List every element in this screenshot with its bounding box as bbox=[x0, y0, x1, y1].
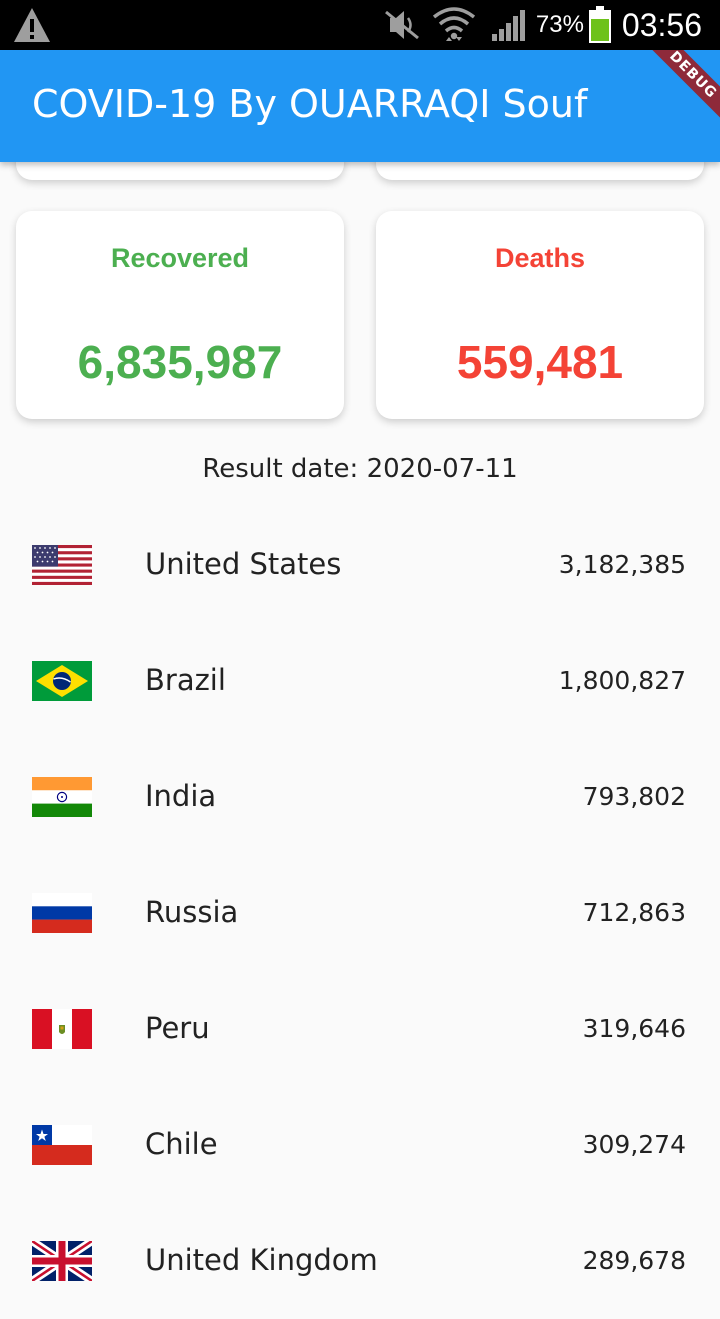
recovered-value: 6,835,987 bbox=[77, 336, 283, 388]
country-name: Brazil bbox=[145, 663, 226, 697]
list-item[interactable]: Brazil 1,800,827 bbox=[0, 623, 720, 739]
warning-icon bbox=[14, 8, 50, 42]
country-name: India bbox=[145, 779, 217, 813]
list-item[interactable]: India 793,802 bbox=[0, 739, 720, 855]
list-item[interactable]: Chile 309,274 bbox=[0, 1087, 720, 1203]
chile-flag-icon bbox=[32, 1125, 92, 1165]
mute-icon bbox=[384, 10, 419, 40]
battery-icon bbox=[588, 6, 611, 43]
wifi-icon bbox=[432, 7, 475, 41]
russia-flag-icon bbox=[32, 893, 92, 933]
summary-card-deaths: Deaths 559,481 bbox=[376, 211, 704, 419]
result-date: Result date: 2020-07-11 bbox=[202, 454, 518, 484]
country-name: Russia bbox=[145, 895, 239, 929]
country-name: United Kingdom bbox=[145, 1243, 378, 1277]
country-name: Chile bbox=[145, 1127, 218, 1161]
list-item[interactable]: United States 3,182,385 bbox=[0, 507, 720, 623]
country-name: Peru bbox=[145, 1011, 210, 1045]
signal-icon bbox=[491, 10, 525, 41]
summary-card-recovered: Recovered 6,835,987 bbox=[16, 211, 344, 419]
country-count: 793,802 bbox=[582, 782, 686, 811]
peru-flag-icon bbox=[32, 1009, 92, 1049]
deaths-value: 559,481 bbox=[456, 336, 624, 388]
country-count: 319,646 bbox=[582, 1014, 686, 1043]
brazil-flag-icon bbox=[32, 661, 92, 701]
app-bar: COVID-19 By OUARRAQI Souf DEBUG bbox=[0, 50, 720, 162]
debug-banner: DEBUG bbox=[632, 50, 720, 136]
list-item[interactable]: Peru 319,646 bbox=[0, 971, 720, 1087]
country-count: 712,863 bbox=[582, 898, 686, 927]
list-item[interactable]: Russia 712,863 bbox=[0, 855, 720, 971]
page-title: COVID-19 By OUARRAQI Souf bbox=[32, 82, 588, 126]
recovered-label: Recovered bbox=[110, 243, 250, 273]
india-flag-icon bbox=[32, 777, 92, 817]
country-count: 289,678 bbox=[582, 1246, 686, 1275]
status-bar: 73% 03:56 bbox=[0, 0, 720, 50]
uk-flag-icon bbox=[32, 1241, 92, 1281]
battery-percent: 73% bbox=[535, 11, 584, 38]
country-count: 1,800,827 bbox=[558, 666, 686, 695]
deaths-label: Deaths bbox=[494, 243, 586, 273]
list-item[interactable]: United Kingdom 289,678 bbox=[0, 1203, 720, 1319]
country-count: 3,182,385 bbox=[558, 550, 686, 579]
clock: 03:56 bbox=[621, 6, 702, 43]
us-flag-icon bbox=[32, 545, 92, 585]
country-count: 309,274 bbox=[582, 1130, 686, 1159]
country-name: United States bbox=[145, 547, 342, 581]
